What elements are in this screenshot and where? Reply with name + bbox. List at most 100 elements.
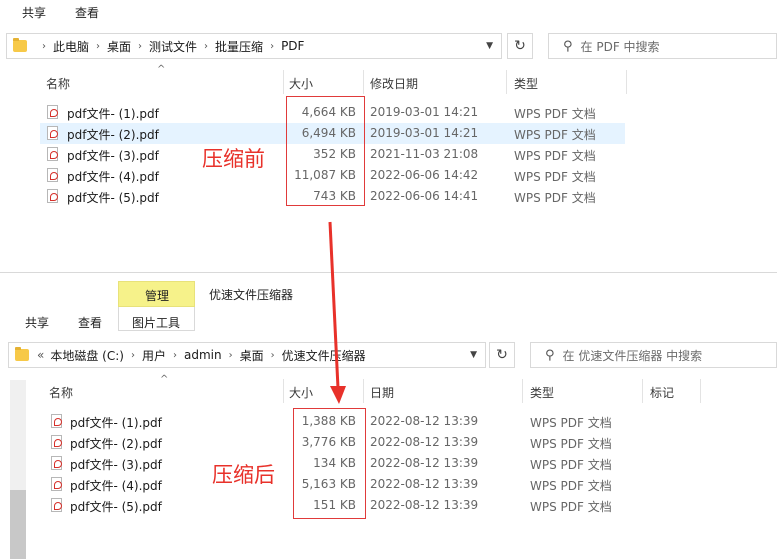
file-name[interactable]: pdf文件- (2).pdf [67,126,159,143]
search-input[interactable]: ⚲ 在 优速文件压缩器 中搜索 [530,342,777,368]
folder-icon [15,347,29,361]
file-date: 2022-08-12 13:39 [370,477,479,491]
refresh-icon[interactable]: ↻ [489,342,515,368]
annotation-after: 压缩后 [212,463,275,487]
column-header-date[interactable]: 日期 [370,384,394,401]
breadcrumb-pdf[interactable]: PDF [281,39,304,53]
file-name[interactable]: pdf文件- (4).pdf [70,477,162,494]
refresh-icon[interactable]: ↻ [507,33,533,59]
ribbon-tab-manage[interactable]: 管理 [145,287,169,304]
search-icon: ⚲ [563,38,573,54]
file-type: WPS PDF 文档 [530,416,612,430]
breadcrumb-local-disk[interactable]: 本地磁盘 (C:) [50,347,124,364]
highlight-box-after [293,408,366,519]
pdf-file-icon [47,126,58,140]
column-divider[interactable] [363,379,364,403]
column-divider[interactable] [700,379,701,403]
column-header-type[interactable]: 类型 [530,384,554,401]
pdf-file-icon [47,147,58,161]
column-header-modified[interactable]: 修改日期 [370,75,418,92]
ribbon-tab-picture-tools[interactable]: 图片工具 [132,314,180,331]
ribbon-tab-share[interactable]: 共享 [22,4,46,21]
file-type: WPS PDF 文档 [530,458,612,472]
column-header-name[interactable]: 名称 [46,75,70,92]
pdf-file-icon [51,456,62,470]
chevron-right-icon: › [228,349,233,361]
pdf-file-icon [47,105,58,119]
breadcrumb-batch-compress[interactable]: 批量压缩 [215,38,263,55]
pdf-file-icon [51,435,62,449]
chevron-right-icon: › [270,349,275,361]
address-bar[interactable]: « 本地磁盘 (C:) › 用户 › admin › 桌面 › 优速文件压缩器 … [8,342,486,368]
chevron-right-icon: › [204,40,209,52]
chevron-right-icon: › [138,40,143,52]
highlight-box-before [286,96,365,206]
file-type: WPS PDF 文档 [530,500,612,514]
pdf-file-icon [47,168,58,182]
column-header-name[interactable]: 名称 [49,384,73,401]
file-type: WPS PDF 文档 [514,107,596,121]
column-header-tags[interactable]: 标记 [650,384,674,401]
chevron-down-icon[interactable]: ▼ [470,350,477,360]
file-name[interactable]: pdf文件- (1).pdf [70,414,162,431]
breadcrumb-admin[interactable]: admin [184,348,222,362]
column-header-size[interactable]: 大小 [289,384,313,401]
breadcrumb-users[interactable]: 用户 [142,347,166,364]
file-name[interactable]: pdf文件- (5).pdf [70,498,162,515]
file-date: 2022-06-06 14:42 [370,168,479,182]
search-input[interactable]: ⚲ 在 PDF 中搜索 [548,33,777,59]
file-date: 2022-08-12 13:39 [370,435,479,449]
search-icon: ⚲ [545,347,555,363]
search-placeholder: 在 PDF 中搜索 [580,39,660,54]
file-type: WPS PDF 文档 [530,437,612,451]
file-date: 2022-08-12 13:39 [370,414,479,428]
ribbon-tab-share[interactable]: 共享 [25,314,49,331]
window-title: 优速文件压缩器 [209,288,294,302]
breadcrumb-desktop[interactable]: 桌面 [240,347,264,364]
scrollbar-thumb[interactable] [10,490,26,559]
column-divider[interactable] [283,379,284,403]
search-placeholder: 在 优速文件压缩器 中搜索 [562,348,703,363]
pdf-file-icon [51,498,62,512]
column-divider[interactable] [642,379,643,403]
column-header-size[interactable]: 大小 [289,75,313,92]
breadcrumb-this-pc[interactable]: 此电脑 [53,38,89,55]
pdf-file-icon [51,414,62,428]
column-divider[interactable] [506,70,507,94]
column-divider[interactable] [283,70,284,94]
column-divider[interactable] [522,379,523,403]
breadcrumb-compressor-folder[interactable]: 优速文件压缩器 [282,347,366,364]
file-name[interactable]: pdf文件- (2).pdf [70,435,162,452]
chevron-right-icon: › [42,40,46,52]
column-header-type[interactable]: 类型 [514,75,538,92]
breadcrumb-desktop[interactable]: 桌面 [107,38,131,55]
chevron-down-icon[interactable]: ▼ [486,41,493,51]
file-name[interactable]: pdf文件- (3).pdf [67,147,159,164]
explorer-window-before: 共享 查看 › 此电脑 › 桌面 › 测试文件 › 批量压缩 › PDF ▼ ↻… [0,0,777,272]
file-name[interactable]: pdf文件- (4).pdf [67,168,159,185]
column-divider[interactable] [626,70,627,94]
scrollbar-track[interactable] [10,380,26,490]
sort-caret-icon: ^ [160,374,169,385]
pdf-file-icon [47,189,58,203]
ribbon-tab-view[interactable]: 查看 [78,314,102,331]
file-type: WPS PDF 文档 [514,191,596,205]
file-name[interactable]: pdf文件- (1).pdf [67,105,159,122]
chevron-right-icon: › [96,40,101,52]
ribbon-tab-view[interactable]: 查看 [75,4,99,21]
file-date: 2022-08-12 13:39 [370,498,479,512]
file-date: 2021-11-03 21:08 [370,147,479,161]
breadcrumb-overflow[interactable]: « [37,348,44,362]
address-bar[interactable]: › 此电脑 › 桌面 › 测试文件 › 批量压缩 › PDF ▼ [6,33,502,59]
column-divider[interactable] [363,70,364,94]
file-type: WPS PDF 文档 [514,170,596,184]
chevron-right-icon: › [172,349,177,361]
breadcrumb-test-files[interactable]: 测试文件 [149,38,197,55]
file-date: 2019-03-01 14:21 [370,126,479,140]
pdf-file-icon [51,477,62,491]
file-name[interactable]: pdf文件- (3).pdf [70,456,162,473]
file-name[interactable]: pdf文件- (5).pdf [67,189,159,206]
file-type: WPS PDF 文档 [530,479,612,493]
explorer-window-after: 管理 优速文件压缩器 共享 查看 图片工具 « 本地磁盘 (C:) › 用户 ›… [0,272,777,559]
file-type: WPS PDF 文档 [514,149,596,163]
